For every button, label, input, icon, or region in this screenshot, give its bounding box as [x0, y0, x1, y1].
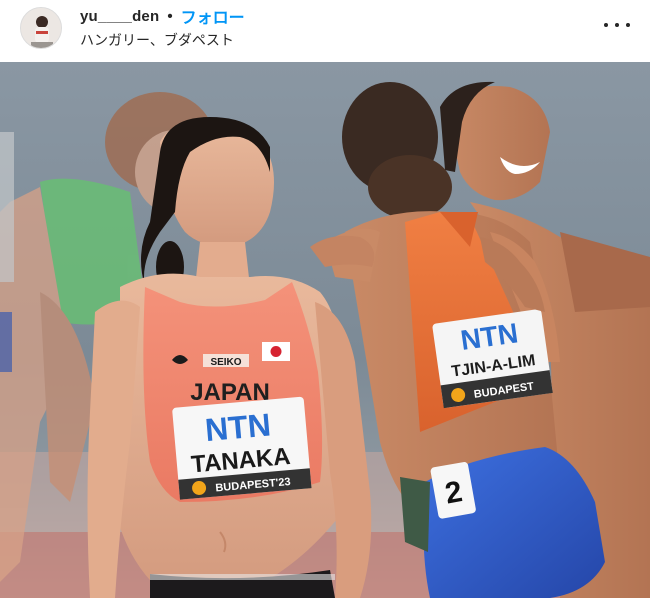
- more-dot-3: [626, 23, 630, 27]
- header-text: yu____den • フォロー ハンガリー、ブダペスト: [80, 5, 245, 50]
- more-dot-1: [604, 23, 608, 27]
- profile-avatar[interactable]: [20, 7, 62, 49]
- location-link[interactable]: ハンガリー、ブダペスト: [80, 30, 245, 50]
- more-dot-2: [615, 23, 619, 27]
- separator-dot: •: [167, 7, 173, 25]
- avatar-image: [21, 8, 61, 48]
- username-link[interactable]: yu____den: [80, 8, 159, 25]
- bib-left-sponsor: NTN: [204, 407, 273, 449]
- bib-right: NTN TJIN-A-LIM BUDAPEST: [432, 309, 553, 409]
- post-header: yu____den • フォロー ハンガリー、ブダペスト: [0, 0, 650, 62]
- post-photo[interactable]: NTN TJIN-A-LIM BUDAPEST 2 SEIKO JAPAN NT…: [0, 62, 650, 598]
- more-options-icon[interactable]: [604, 14, 630, 36]
- follow-button[interactable]: フォロー: [181, 4, 245, 28]
- athletes-photo: NTN TJIN-A-LIM BUDAPEST 2 SEIKO JAPAN NT…: [0, 62, 650, 598]
- bib-left: NTN TANAKA BUDAPEST'23: [172, 396, 312, 500]
- header-row: yu____den • フォロー: [80, 4, 245, 28]
- brand-seiko: SEIKO: [210, 357, 241, 368]
